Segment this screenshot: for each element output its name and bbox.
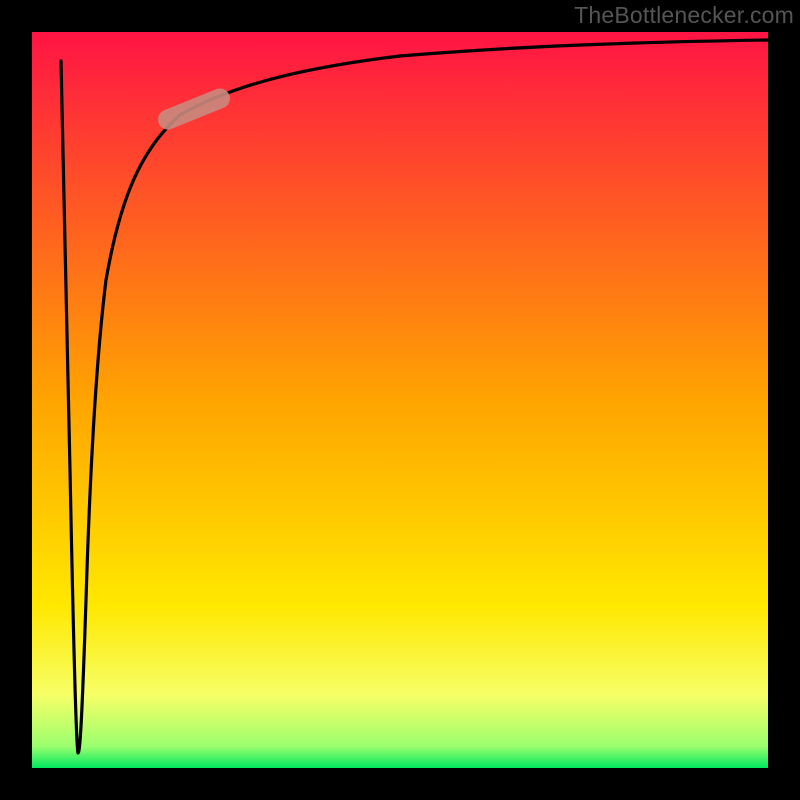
attribution-label: TheBottlenecker.com: [574, 2, 794, 29]
chart-stage: TheBottlenecker.com: [0, 0, 800, 800]
plot-background: [32, 32, 768, 768]
chart-svg: [0, 0, 800, 800]
